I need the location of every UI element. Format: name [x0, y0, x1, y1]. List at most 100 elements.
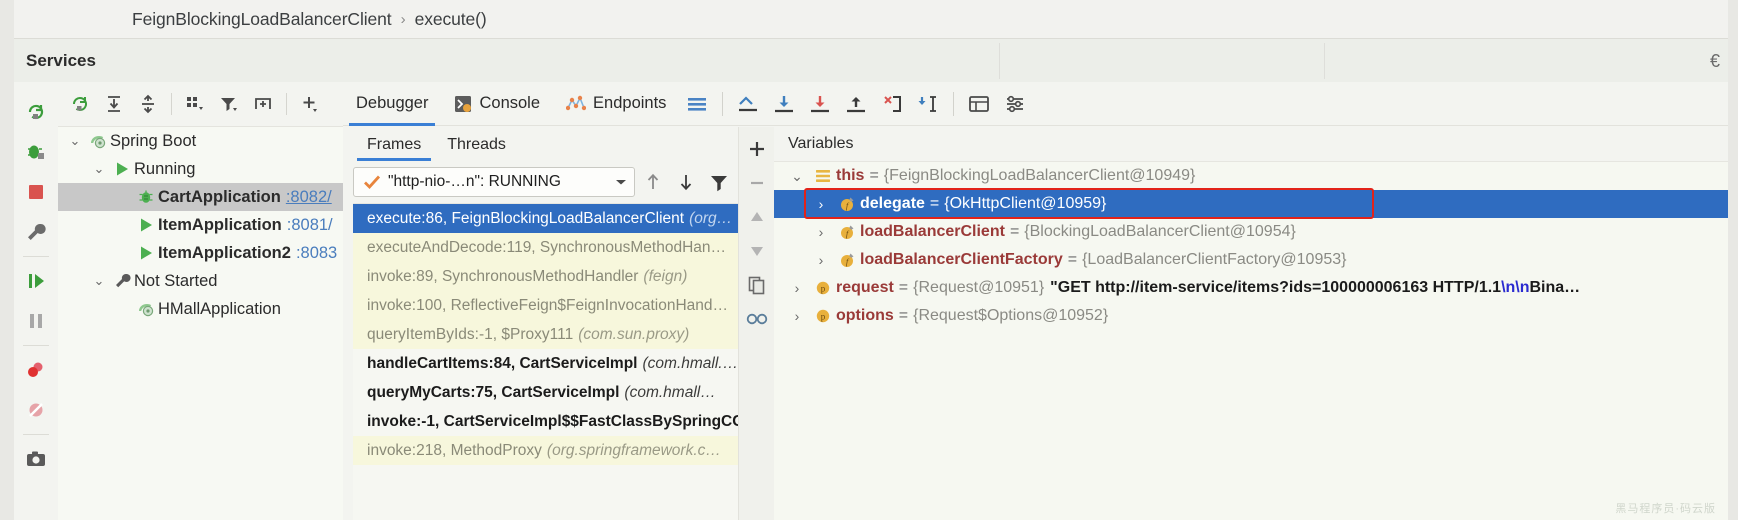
add-frame-icon[interactable] [247, 88, 279, 120]
services-tree-item-hmallapplication[interactable]: HMallApplication [58, 295, 343, 323]
services-tree-item-label: ItemApplication [158, 216, 282, 235]
services-tree-item-running[interactable]: ⌄Running [58, 155, 343, 183]
filter-frames-icon[interactable] [704, 167, 734, 197]
run-icon [134, 216, 158, 234]
frame-row[interactable]: invoke:218, MethodProxy(org.springframew… [353, 436, 738, 465]
pause-icon[interactable] [16, 301, 56, 341]
arrow-up-icon[interactable] [638, 167, 668, 197]
chevron-right-icon[interactable]: › [808, 196, 834, 212]
services-tree-item-cartapplication[interactable]: CartApplication:8082/ [58, 183, 343, 211]
run-to-cursor-icon[interactable] [910, 86, 946, 122]
move-down-icon[interactable] [741, 235, 773, 267]
services-bar-divider-1 [999, 43, 1000, 79]
move-up-icon[interactable] [741, 201, 773, 233]
variable-row[interactable]: ⌄this={FeignBlockingLoadBalancerClient@1… [774, 162, 1728, 190]
services-tree-item-not-started[interactable]: ⌄Not Started [58, 267, 343, 295]
group-by-icon[interactable] [179, 88, 211, 120]
breadcrumb-class[interactable]: FeignBlockingLoadBalancerClient [132, 9, 392, 30]
debugger-panel: Debugger Console Endpoints [343, 82, 1728, 520]
variable-name: request [836, 279, 894, 297]
tab-endpoints[interactable]: Endpoints [553, 82, 679, 126]
variable-name: loadBalancerClientFactory [860, 251, 1063, 269]
frame-row-text: execute:86, FeignBlockingLoadBalancerCli… [367, 210, 684, 228]
frame-row[interactable]: invoke:89, SynchronousMethodHandler(feig… [353, 262, 738, 291]
breakpoints-icon[interactable] [16, 350, 56, 390]
services-tree-item-port[interactable]: :8083 [296, 244, 337, 263]
variables-list[interactable]: ⌄this={FeignBlockingLoadBalancerClient@1… [774, 161, 1728, 520]
frame-row[interactable]: handleCartItems:84, CartServiceImpl(com.… [353, 349, 738, 378]
services-tree-item-port[interactable]: :8081/ [287, 216, 333, 235]
frame-row[interactable]: queryItemByIds:-1, $Proxy111(com.sun.pro… [353, 320, 738, 349]
variable-equals: = [930, 195, 939, 213]
chevron-right-icon[interactable]: › [808, 224, 834, 240]
variable-equals: = [1010, 223, 1019, 241]
add-watch-icon[interactable] [741, 133, 773, 165]
remove-watch-icon[interactable] [741, 167, 773, 199]
frame-row-package: (org.springframework.c… [547, 442, 721, 460]
frame-row[interactable]: executeAndDecode:119, SynchronousMethodH… [353, 233, 738, 262]
chevron-right-icon[interactable]: › [784, 280, 810, 296]
rerun-icon[interactable] [16, 92, 56, 132]
mute-breakpoints-icon[interactable] [16, 390, 56, 430]
chevron-down-icon[interactable]: ⌄ [784, 168, 810, 185]
services-label: Services [26, 39, 96, 83]
inspect-icon[interactable] [741, 303, 773, 335]
filter-icon[interactable] [213, 88, 245, 120]
tab-debugger-label: Debugger [356, 94, 428, 113]
evaluate-icon[interactable] [961, 86, 997, 122]
chevron-down-icon[interactable]: ⌄ [64, 133, 86, 149]
force-step-into-icon[interactable] [874, 86, 910, 122]
frames-list[interactable]: execute:86, FeignBlockingLoadBalancerCli… [353, 203, 738, 520]
variable-row[interactable]: ›floadBalancerClientFactory={LoadBalance… [774, 246, 1728, 274]
toolbar-divider-2 [286, 93, 287, 115]
tab-threads[interactable]: Threads [437, 136, 516, 161]
tab-frames[interactable]: Frames [357, 136, 431, 161]
stop-icon[interactable] [16, 172, 56, 212]
variable-name: delegate [860, 195, 925, 213]
tab-console[interactable]: Console [441, 82, 553, 126]
variable-row[interactable]: ›prequest={Request@10951}"GET http://ite… [774, 274, 1728, 302]
services-tree[interactable]: ⌄Spring Boot⌄RunningCartApplication:8082… [58, 126, 343, 520]
variable-row[interactable]: ›fdelegate = {OkHttpClient@10959} [774, 190, 1728, 218]
frame-row[interactable]: queryMyCarts:75, CartServiceImpl(com.hma… [353, 378, 738, 407]
field-icon: f [834, 223, 860, 241]
variable-value: {OkHttpClient@10959} [944, 195, 1106, 213]
resume-icon[interactable] [16, 261, 56, 301]
copy-icon[interactable] [741, 269, 773, 301]
services-tree-item-itemapplication[interactable]: ItemApplication :8081/ [58, 211, 343, 239]
variable-string-tail: Bina… [1530, 279, 1581, 296]
thread-selector[interactable]: "http-nio-…n": RUNNING [353, 167, 635, 197]
collapse-all-icon[interactable] [132, 88, 164, 120]
debug-icon[interactable] [16, 132, 56, 172]
spring-boot-icon [134, 300, 158, 318]
services-tree-item-itemapplication2[interactable]: ItemApplication2:8083 [58, 239, 343, 267]
debugger-toolbar-divider [722, 92, 723, 116]
frame-row[interactable]: invoke:-1, CartServiceImpl$$FastClassByS… [353, 407, 738, 436]
wrench-icon[interactable] [16, 212, 56, 252]
expand-all-icon[interactable] [98, 88, 130, 120]
show-execution-point-icon[interactable] [730, 86, 766, 122]
field-icon: f [834, 195, 860, 213]
frame-row-text: queryItemByIds:-1, $Proxy111 [367, 326, 573, 344]
frame-row[interactable]: execute:86, FeignBlockingLoadBalancerCli… [353, 204, 738, 233]
chevron-right-icon[interactable]: › [808, 252, 834, 268]
frame-row[interactable]: invoke:100, ReflectiveFeign$FeignInvocat… [353, 291, 738, 320]
step-over-icon[interactable] [766, 86, 802, 122]
services-tree-item-port[interactable]: :8082/ [286, 188, 332, 207]
step-into-icon[interactable] [802, 86, 838, 122]
rerun-service-icon[interactable] [64, 88, 96, 120]
services-tree-item-spring-boot[interactable]: ⌄Spring Boot [58, 127, 343, 155]
chevron-down-icon[interactable]: ⌄ [88, 161, 110, 177]
step-out-icon[interactable] [838, 86, 874, 122]
tab-debugger[interactable]: Debugger [343, 82, 441, 126]
breadcrumb-method[interactable]: execute() [415, 9, 487, 30]
camera-icon[interactable] [16, 439, 56, 479]
settings-icon[interactable] [997, 86, 1033, 122]
variable-row[interactable]: ›floadBalancerClient={BlockingLoadBalanc… [774, 218, 1728, 246]
chevron-right-icon[interactable]: › [784, 308, 810, 324]
chevron-down-icon[interactable]: ⌄ [88, 273, 110, 289]
arrow-down-icon[interactable] [671, 167, 701, 197]
add-icon[interactable] [294, 88, 326, 120]
variable-row[interactable]: ›poptions={Request$Options@10952} [774, 302, 1728, 330]
layout-icon[interactable] [679, 86, 715, 122]
